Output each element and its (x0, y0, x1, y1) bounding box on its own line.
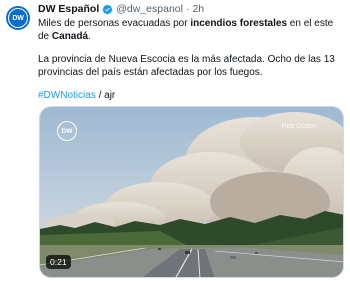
tweet-header: DW Español @dw_espanol · 2h (38, 2, 346, 16)
author-handle[interactable]: @dw_espanol (116, 2, 183, 16)
signature: / ajr (95, 90, 116, 101)
dw-watermark-icon: DW (57, 121, 77, 141)
highway (40, 245, 343, 277)
separator-dot: · (185, 3, 190, 15)
hashtag-link[interactable]: #DWNoticias (38, 90, 96, 101)
dw-logo-icon: DW (8, 8, 28, 28)
video-duration: 0:21 (46, 255, 71, 269)
video-player[interactable]: DW Reb Dotton 0:21 (39, 106, 344, 278)
avatar[interactable]: DW (6, 6, 30, 30)
tweet-content: DW Español @dw_espanol · 2h Miles de per… (38, 2, 346, 102)
tweet-line1: Miles de personas evacuadas por incendio… (38, 18, 334, 42)
author-name[interactable]: DW Español (38, 2, 99, 16)
video-frame-image (40, 107, 343, 277)
verified-badge-icon (102, 4, 113, 14)
photo-credit: Reb Dotton (281, 123, 317, 130)
tweet-timestamp[interactable]: 2h (192, 2, 204, 16)
tweet-tags: #DWNoticias / ajr (38, 89, 346, 102)
tweet-paragraph: La provincia de Nueva Escocia es la más … (38, 54, 335, 78)
